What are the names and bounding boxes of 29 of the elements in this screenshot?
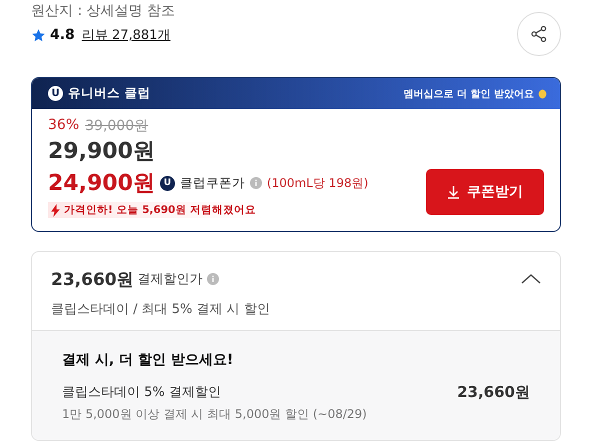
club-badge: U <box>160 176 175 190</box>
download-icon <box>447 184 460 198</box>
price-drop-text: 가격인하! 오늘 5,690원 저렴해졌어요 <box>64 203 256 217</box>
share-button[interactable] <box>517 12 561 56</box>
clapping-hands-icon <box>537 88 548 99</box>
payment-price-label: 결제할인가 <box>138 271 203 288</box>
origin-text: 원산지 : 상세설명 참조 <box>31 2 176 20</box>
rating-score: 4.8 <box>50 27 75 43</box>
coupon-price: 24,900원 <box>48 170 155 198</box>
payment-price: 23,660원 <box>51 268 134 290</box>
original-price: 39,000원 <box>85 117 148 135</box>
details-heading: 결제 시, 더 할인 받으세요! <box>62 350 234 368</box>
discount-rate: 36% <box>48 117 80 135</box>
coupon-download-button[interactable]: 쿠폰받기 <box>426 168 544 214</box>
unit-price: (100mL당 198원) <box>266 174 368 192</box>
sale-price: 29,900원 <box>48 138 156 166</box>
review-count-link[interactable]: 리뷰 27,881개 <box>82 26 170 44</box>
lightning-icon <box>50 204 61 216</box>
star-icon <box>31 28 46 42</box>
club-logo: U <box>48 86 63 101</box>
club-title: 유니버스 클럽 <box>68 85 150 102</box>
share-icon <box>530 25 548 43</box>
offer-price: 23,660원 <box>457 382 530 402</box>
chevron-icon <box>520 272 542 286</box>
payment-subtitle: 클립스타데이 / 최대 5% 결제 시 할인 <box>51 300 271 318</box>
offer-condition: 1만 5,000원 이상 결제 시 최대 5,000원 할인 (~08/29) <box>62 406 368 422</box>
coupon-label: 클럽쿠폰가 <box>180 174 245 192</box>
offer-name: 클립스타데이 5% 결제할인 <box>62 384 221 401</box>
promo-text: 멤버십으로 더 할인 받았어요 <box>404 88 534 100</box>
